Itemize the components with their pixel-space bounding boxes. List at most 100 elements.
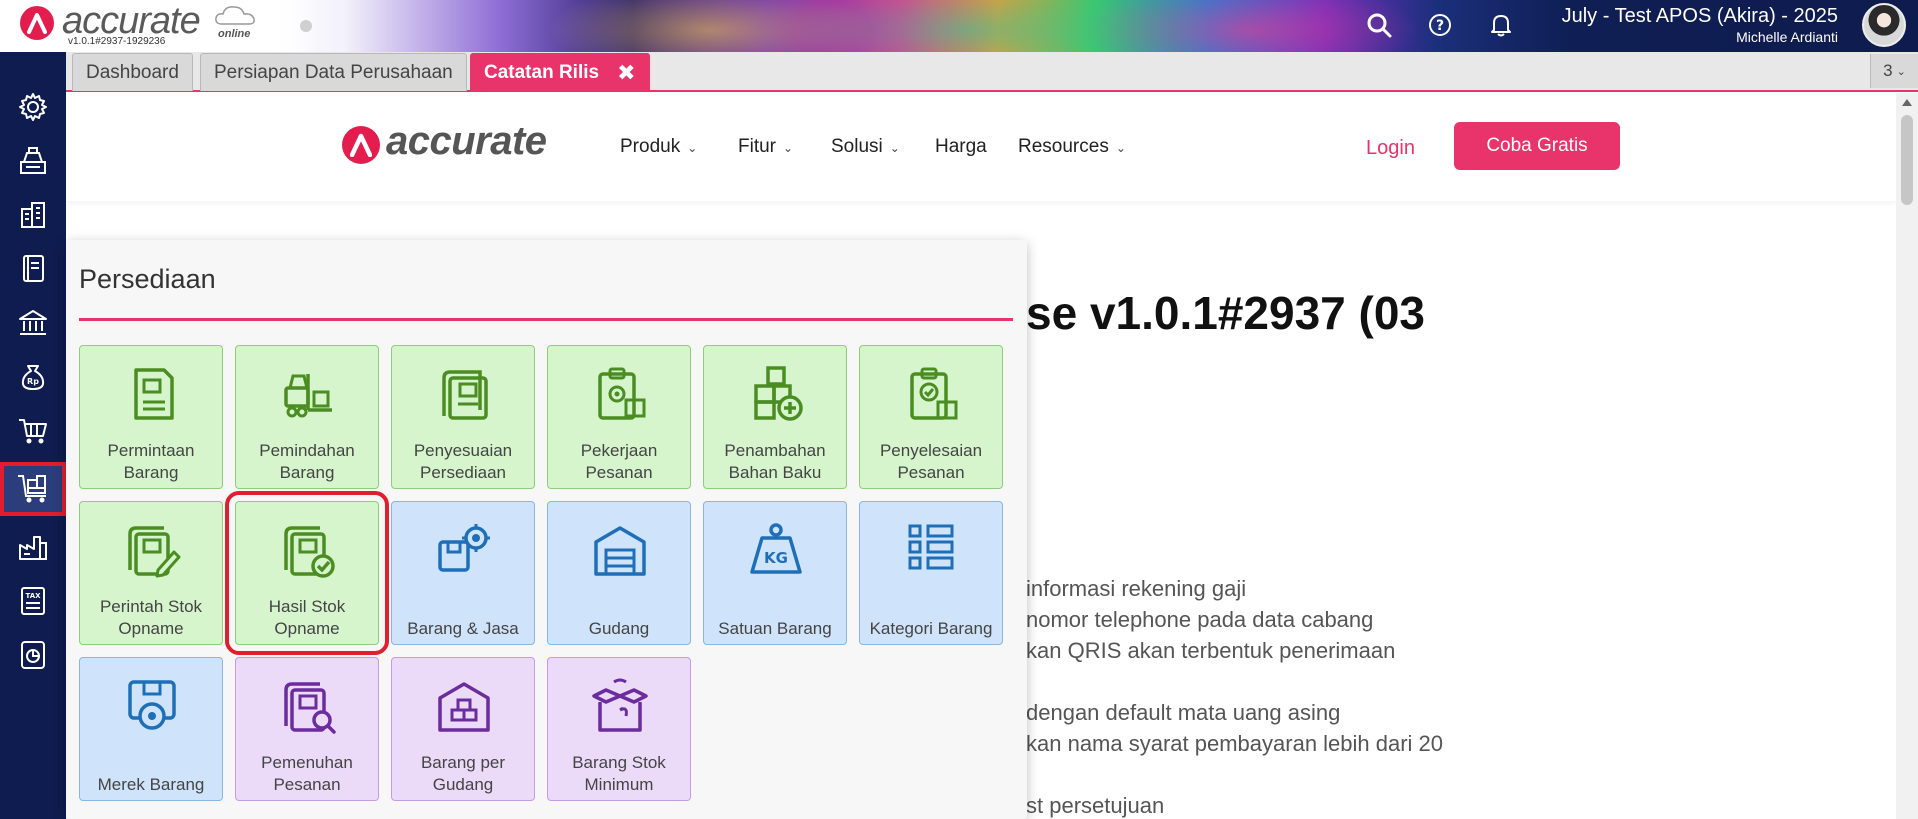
tile-penyelesaian-pesanan[interactable]: Penyelesaian Pesanan bbox=[859, 345, 1003, 489]
tile-barang-per-gudang[interactable]: Barang per Gudang bbox=[391, 657, 535, 801]
release-line: informasi rekening gaji bbox=[1026, 576, 1247, 601]
chevron-down-icon: ⌄ bbox=[889, 141, 900, 155]
status-dot bbox=[300, 20, 312, 32]
nav-tax[interactable]: TAX bbox=[0, 574, 66, 628]
site-logo[interactable]: accurate bbox=[386, 119, 547, 164]
nav-finance[interactable]: Rp bbox=[0, 350, 66, 404]
cart-icon bbox=[19, 419, 47, 444]
tile-label: Satuan Barang bbox=[718, 619, 832, 638]
coba-gratis-button[interactable]: Coba Gratis bbox=[1454, 122, 1620, 170]
scroll-up-icon[interactable] bbox=[1902, 99, 1912, 106]
tile-label: Hasil Stok Opname bbox=[268, 597, 346, 638]
page-scrollbar[interactable] bbox=[1896, 93, 1918, 819]
tile-pemenuhan-pesanan[interactable]: Pemenuhan Pesanan bbox=[235, 657, 379, 801]
menu-divider bbox=[79, 318, 1013, 321]
factory-icon bbox=[19, 536, 47, 560]
tile-pekerjaan-pesanan[interactable]: Pekerjaan Pesanan bbox=[547, 345, 691, 489]
forklift-icon bbox=[284, 374, 332, 418]
accurate-logo-icon[interactable] bbox=[20, 6, 54, 40]
adjustment-document-icon bbox=[442, 370, 488, 420]
tab-label: Persiapan Data Perusahaan bbox=[214, 61, 453, 83]
tile-satuan-barang[interactable]: KG Satuan Barang bbox=[703, 501, 847, 645]
tile-label: Barang Stok Minimum bbox=[572, 753, 666, 794]
tab-count-dropdown[interactable]: 3 ⌄ bbox=[1870, 54, 1918, 88]
site-logo-icon[interactable] bbox=[342, 126, 380, 164]
nav-purchase[interactable] bbox=[0, 404, 66, 458]
company-name: July - Test APOS (Akira) - 2025 bbox=[1561, 5, 1838, 27]
weight-kg-icon: KG bbox=[750, 523, 802, 574]
nav-reports[interactable] bbox=[0, 628, 66, 682]
tab-catatan-rilis[interactable]: Catatan Rilis ✖ bbox=[470, 53, 650, 91]
nav-settings[interactable] bbox=[0, 80, 66, 134]
tile-permintaan-barang[interactable]: Permintaan Barang bbox=[79, 345, 223, 489]
svg-text:?: ? bbox=[1436, 18, 1444, 34]
tile-label: Penyesuaian Persediaan bbox=[413, 441, 513, 482]
tile-kategori-barang[interactable]: Kategori Barang bbox=[859, 501, 1003, 645]
nav-manufacturing[interactable] bbox=[0, 520, 66, 574]
tile-penambahan-bahan-baku[interactable]: Penambahan Bahan Baku bbox=[703, 345, 847, 489]
release-title: se v1.0.1#2937 (03 bbox=[1026, 287, 1426, 339]
warehouse-icon bbox=[594, 526, 646, 576]
document-pencil-icon bbox=[128, 526, 181, 578]
brand-badge-icon bbox=[128, 680, 176, 730]
tile-label: Perintah Stok Opname bbox=[99, 597, 203, 638]
tile-hasil-stok-opname[interactable]: Hasil Stok Opname bbox=[225, 491, 389, 655]
tab-dashboard[interactable]: Dashboard bbox=[72, 53, 193, 91]
site-nav-fitur[interactable]: Fitur ⌄ bbox=[738, 136, 793, 158]
site-nav-solusi[interactable]: Solusi ⌄ bbox=[831, 136, 900, 158]
bank-icon bbox=[19, 310, 47, 335]
brand-online: online bbox=[218, 28, 251, 40]
gear-icon bbox=[19, 93, 47, 121]
tile-gudang[interactable]: Gudang bbox=[547, 501, 691, 645]
search-icon[interactable] bbox=[1364, 10, 1394, 40]
persediaan-menu: Persediaan Permintaan Barang Pemindahan … bbox=[66, 240, 1027, 819]
bell-icon[interactable] bbox=[1486, 10, 1516, 40]
login-link[interactable]: Login bbox=[1366, 137, 1415, 160]
release-line: kan nama syarat pembayaran lebih dari 20 bbox=[1026, 731, 1444, 756]
clipboard-gear-icon bbox=[598, 367, 646, 420]
clipboard-check-icon bbox=[910, 367, 958, 420]
category-list-icon bbox=[908, 524, 954, 570]
svg-text:Rp: Rp bbox=[27, 377, 39, 386]
tile-merek-barang[interactable]: Merek Barang bbox=[79, 657, 223, 801]
cloud-icon bbox=[215, 6, 255, 25]
nav-label: Resources bbox=[1018, 136, 1109, 157]
tile-penyesuaian-persediaan[interactable]: Penyesuaian Persediaan bbox=[391, 345, 535, 489]
nav-ledger[interactable] bbox=[0, 242, 66, 296]
nav-label: Fitur bbox=[738, 136, 776, 157]
app-version: v1.0.1#2937-1929236 bbox=[68, 36, 166, 47]
cash-register-icon bbox=[20, 147, 46, 174]
money-bag-icon: Rp bbox=[21, 365, 45, 390]
site-nav-produk[interactable]: Produk ⌄ bbox=[620, 136, 697, 158]
tax-icon: TAX bbox=[21, 587, 45, 615]
tile-barang-jasa[interactable]: Barang & Jasa bbox=[391, 501, 535, 645]
tile-label: Penyelesaian Pesanan bbox=[879, 441, 983, 482]
tile-perintah-stok-opname[interactable]: Perintah Stok Opname bbox=[79, 501, 223, 645]
help-icon[interactable]: ? bbox=[1425, 10, 1455, 40]
tab-count-value: 3 bbox=[1883, 61, 1893, 80]
scrollbar-thumb[interactable] bbox=[1901, 115, 1913, 205]
svg-text:TAX: TAX bbox=[25, 592, 41, 600]
tab-label: Dashboard bbox=[86, 61, 179, 83]
tile-label: Permintaan Barang bbox=[107, 441, 195, 482]
tile-barang-stok-minimum[interactable]: Barang Stok Minimum bbox=[547, 657, 691, 801]
release-line: dengan default mata uang asing bbox=[1026, 700, 1341, 725]
tile-label: Barang & Jasa bbox=[407, 619, 519, 638]
tab-persiapan-data-perusahaan[interactable]: Persiapan Data Perusahaan bbox=[200, 53, 467, 91]
tile-label: Pemenuhan Pesanan bbox=[261, 753, 353, 794]
brand-area: accurate online v1.0.1#2937-1929236 bbox=[0, 0, 320, 52]
site-nav-resources[interactable]: Resources ⌄ bbox=[1018, 136, 1126, 158]
close-icon[interactable]: ✖ bbox=[617, 60, 635, 86]
site-nav-harga[interactable]: Harga bbox=[935, 136, 987, 158]
svg-text:KG: KG bbox=[764, 549, 788, 567]
document-check-icon bbox=[284, 526, 335, 578]
nav-inventory[interactable] bbox=[0, 462, 66, 516]
nav-company[interactable] bbox=[0, 188, 66, 242]
nav-sales[interactable] bbox=[0, 134, 66, 188]
company-info[interactable]: July - Test APOS (Akira) - 2025 Michelle… bbox=[1562, 5, 1838, 45]
tile-pemindahan-barang[interactable]: Pemindahan Barang bbox=[235, 345, 379, 489]
nav-bank[interactable] bbox=[0, 296, 66, 350]
tab-bar: Dashboard Persiapan Data Perusahaan Cata… bbox=[66, 52, 1918, 92]
request-document-icon bbox=[134, 368, 174, 420]
avatar[interactable] bbox=[1862, 3, 1906, 47]
